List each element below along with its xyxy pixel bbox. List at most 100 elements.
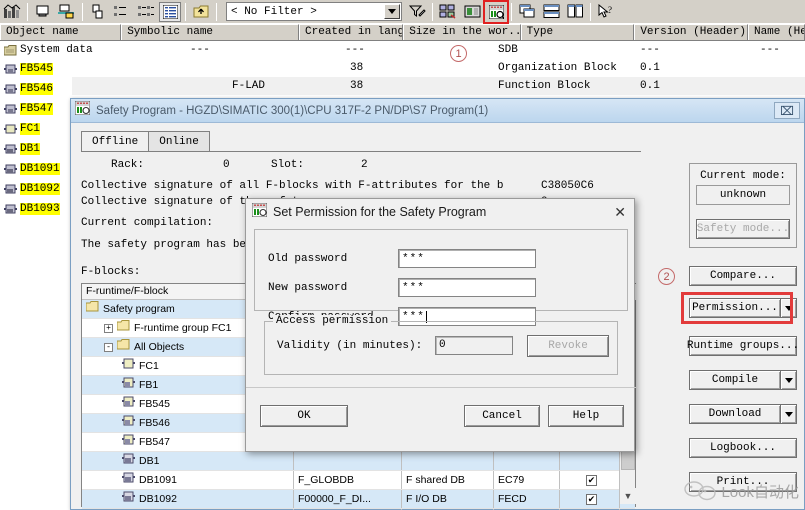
collapse-icon[interactable]: - (104, 342, 113, 352)
annotation-label: 2 (663, 270, 670, 283)
checkbox-checked-icon[interactable]: ✔ (586, 493, 597, 505)
col-version-header[interactable]: Version (Header) (634, 24, 748, 40)
runtime-groups-button[interactable]: Runtime groups... (687, 336, 799, 356)
safety-program-icon (74, 100, 91, 120)
close-icon[interactable]: ✕ (614, 204, 626, 221)
chevron-down-icon[interactable] (384, 4, 400, 19)
cascade-windows-icon[interactable] (516, 2, 538, 22)
col-name-header[interactable]: Name (He (747, 24, 805, 40)
safety-mode-button[interactable]: Safety mode... (696, 219, 790, 239)
chevron-down-icon[interactable] (781, 298, 797, 318)
list-item[interactable]: FB547 (0, 99, 72, 119)
ok-button[interactable]: OK (260, 405, 348, 427)
cell-type: Function Block (498, 80, 591, 92)
cell-created-lang: F-LAD (232, 80, 266, 92)
details-icon[interactable] (135, 2, 157, 22)
object-list-header: Object name Symbolic name Created in lan… (0, 24, 805, 41)
compile-split-button[interactable]: Compile (689, 370, 797, 390)
help-pointer-icon[interactable]: ? (595, 2, 617, 22)
list-item[interactable]: DB1091 (0, 159, 72, 179)
fb-cell-type (402, 452, 494, 470)
scroll-down-icon[interactable]: ▼ (620, 488, 636, 504)
list-icon[interactable] (111, 2, 133, 22)
list-item[interactable]: DB1 (0, 139, 72, 159)
validity-field[interactable]: 0 (435, 336, 513, 355)
safety-program-actions: Current mode: unknown Safety mode... Com… (681, 163, 799, 508)
old-password-field[interactable]: *** (398, 249, 536, 268)
checkbox-checked-icon[interactable]: ✔ (586, 474, 597, 486)
list-item[interactable]: FC1 (0, 119, 72, 139)
safety-program-titlebar[interactable]: Safety Program - HGZD\SIMATIC 300(1)\CPU… (71, 99, 804, 123)
download-split-button[interactable]: Download (689, 404, 797, 424)
hardware-diagnostics-icon[interactable] (461, 2, 483, 22)
accessible-nodes-icon[interactable] (56, 2, 78, 22)
table-row[interactable]: DB1 (82, 452, 635, 471)
col-size-work[interactable]: Size in the wor... (403, 24, 521, 40)
old-password-label: Old password (268, 252, 348, 265)
col-symbolic-name[interactable]: Symbolic name (121, 24, 300, 40)
safety-program-icon[interactable] (483, 0, 509, 24)
table-row[interactable]: DB1091 F_GLOBDB F shared DB EC79 ✔ (82, 471, 635, 490)
fb-row-label: All Objects (134, 341, 185, 353)
cell-version: --- (640, 44, 660, 56)
access-permission-legend: Access permission (273, 315, 392, 327)
small-icons-icon[interactable] (87, 2, 109, 22)
tab-underline (81, 151, 641, 152)
dialog-titlebar[interactable]: Set Permission for the Safety Program ✕ (246, 199, 634, 225)
table-row[interactable]: FB1 F-LAD 38 Function Block 0.1 (0, 77, 805, 95)
up-one-level-icon[interactable] (190, 2, 212, 22)
logbook-button[interactable]: Logbook... (689, 438, 797, 458)
col-type[interactable]: Type (520, 24, 635, 40)
folder-icon (116, 319, 130, 337)
tab-online[interactable]: Online (148, 131, 210, 152)
fb-block-icon (122, 395, 135, 413)
fb-row-label: FB546 (139, 417, 170, 429)
tile-horizontally-icon[interactable] (540, 2, 562, 22)
fb-row-label: DB1092 (139, 493, 177, 505)
cell-size: 38 (350, 62, 364, 74)
fb-cell-symbolic (294, 452, 402, 470)
close-icon[interactable]: ⌧ (774, 102, 800, 119)
tile-vertically-icon[interactable] (564, 2, 586, 22)
expand-icon[interactable]: + (104, 323, 113, 333)
annotation-label: 1 (455, 47, 462, 60)
table-row[interactable]: System data --- --- SDB --- --- (0, 41, 805, 59)
simulation-icon[interactable] (437, 2, 459, 22)
fb-cell-signature: FECD (494, 490, 560, 508)
annotation-marker-2: 2 (658, 268, 675, 285)
permission-split-button[interactable]: Permission... (689, 298, 797, 318)
revoke-button[interactable]: Revoke (527, 335, 609, 357)
cancel-button[interactable]: Cancel (464, 405, 540, 427)
tab-offline[interactable]: Offline (81, 131, 150, 152)
filter-edit-icon[interactable] (406, 2, 428, 22)
annotation-marker-1: 1 (450, 45, 467, 62)
table-row[interactable]: DB1092 F00000_F_DI... F I/O DB FECD ✔ (82, 490, 635, 509)
help-button[interactable]: Help (548, 405, 624, 427)
toolbar-separator-4 (216, 2, 217, 21)
large-list-icon[interactable] (159, 1, 181, 22)
fb-cell-type: F shared DB (402, 471, 494, 489)
list-item[interactable]: DB1093 (0, 199, 72, 219)
compare-button[interactable]: Compare... (689, 266, 797, 286)
compile-button[interactable]: Compile (689, 370, 781, 390)
print-button[interactable]: Print... (689, 472, 797, 492)
cell-created-lang: --- (190, 44, 210, 56)
chevron-down-icon[interactable] (781, 370, 797, 390)
filter-combobox[interactable]: < No Filter > (226, 2, 402, 21)
rack-value: 0 (223, 159, 230, 171)
list-item[interactable]: FB545 (0, 59, 72, 79)
list-item[interactable]: FB546 (0, 79, 72, 99)
col-created-lang[interactable]: Created in lang... (299, 24, 404, 40)
cell-version: 0.1 (640, 80, 660, 92)
list-item[interactable]: DB1092 (0, 179, 72, 199)
download-button[interactable]: Download (689, 404, 781, 424)
online-station-icon[interactable] (32, 2, 54, 22)
col-object-name[interactable]: Object name (0, 24, 122, 40)
new-password-field[interactable]: *** (398, 278, 536, 297)
toolbar-separator-3 (185, 2, 186, 21)
table-row[interactable]: OB1 38 Organization Block 0.1 (0, 59, 805, 77)
chevron-down-icon[interactable] (781, 404, 797, 424)
old-password-row: Old password *** (268, 249, 536, 268)
permission-button[interactable]: Permission... (689, 298, 781, 318)
simatic-manager-icon[interactable] (1, 2, 23, 22)
